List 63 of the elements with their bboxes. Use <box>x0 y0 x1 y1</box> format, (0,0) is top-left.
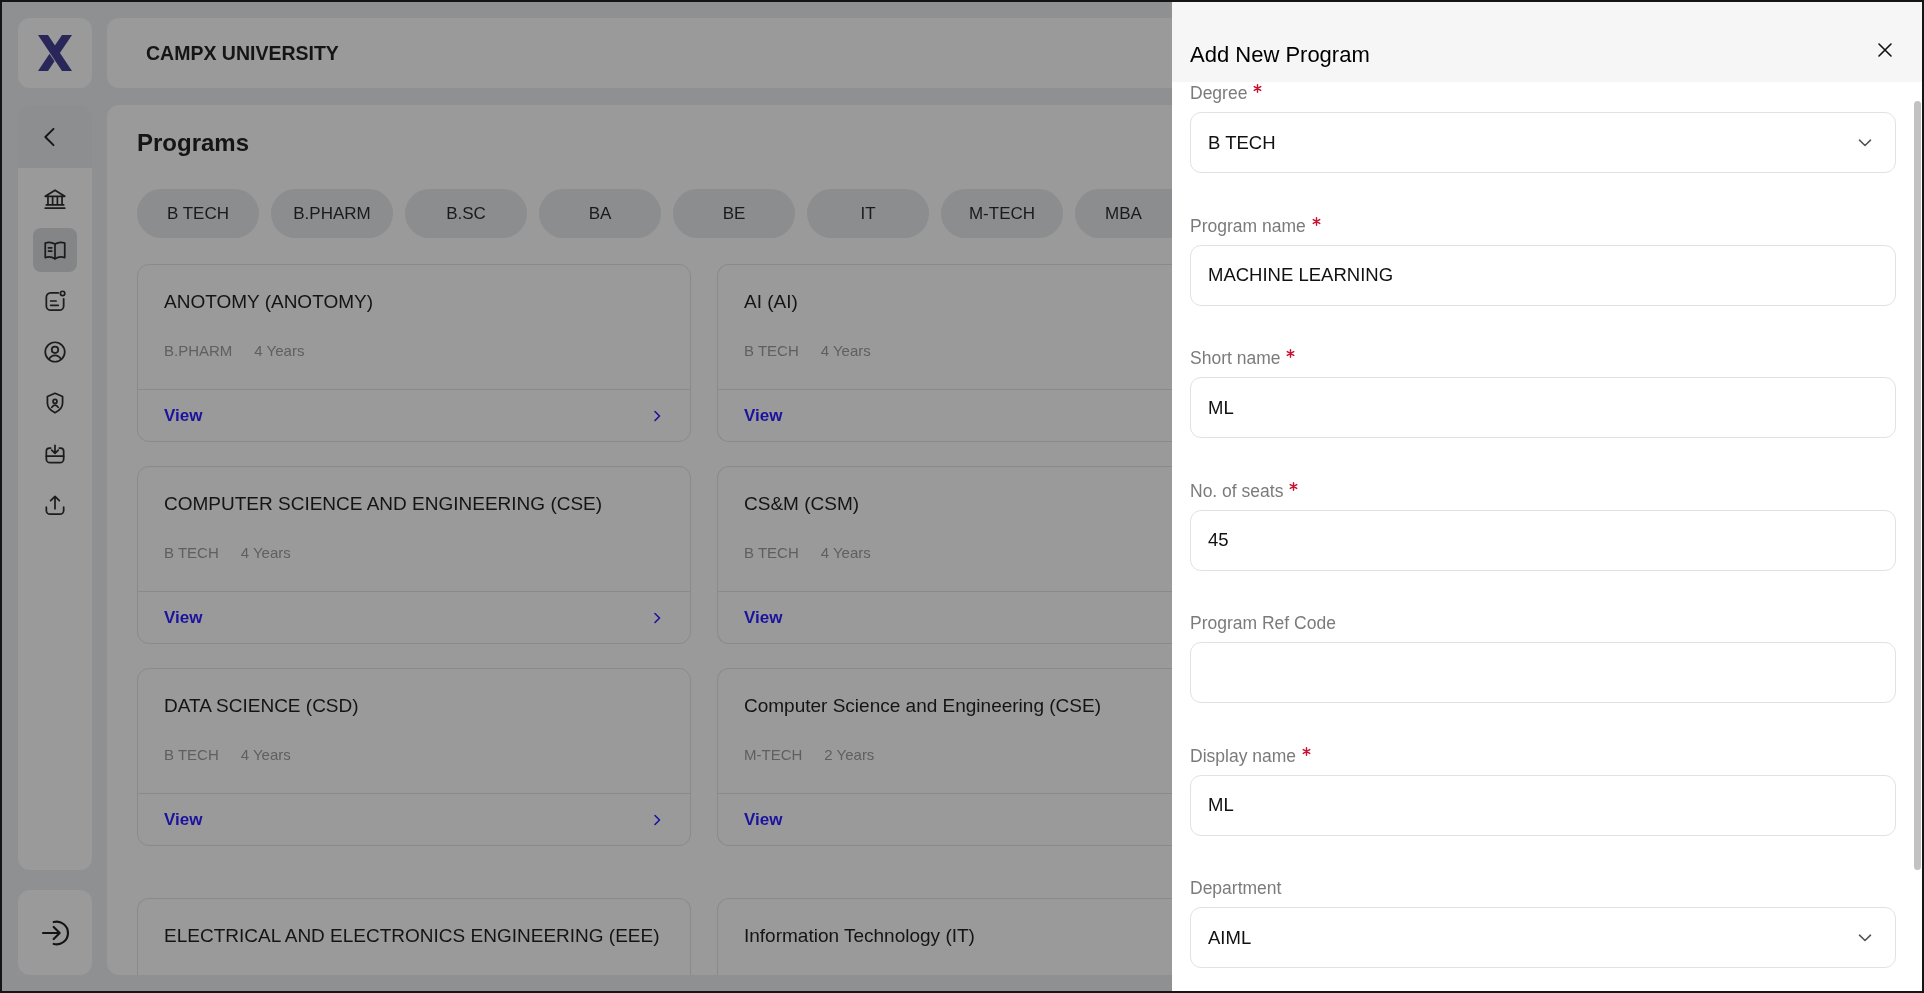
chevron-right-icon <box>652 610 662 625</box>
card-title: COMPUTER SCIENCE AND ENGINEERING (CSE) <box>164 493 603 515</box>
field-label: Program name <box>1190 215 1306 236</box>
text-field[interactable]: MACHINE LEARNING <box>1190 244 1896 306</box>
filter-chip[interactable]: IT <box>807 189 929 238</box>
card-title: ELECTRICAL AND ELECTRONICS ENGINEERING (EEE) <box>164 925 660 947</box>
degree-label: M-TECH <box>744 746 803 764</box>
filter-chip[interactable]: B.SC <box>405 189 527 238</box>
degree-label: B.PHARM <box>164 342 233 360</box>
page-title: Programs <box>137 129 250 157</box>
text-field[interactable]: ML <box>1190 774 1896 836</box>
degree-label: B TECH <box>164 746 219 764</box>
duration-label: 4 Years <box>240 746 291 764</box>
filter-chip[interactable]: B TECH <box>137 189 259 238</box>
degree-label: B TECH <box>744 342 799 360</box>
filter-chip[interactable]: MBA <box>1075 189 1172 238</box>
logo-icon <box>37 34 73 72</box>
card-title: Computer Science and Engineering (CSE) <box>744 695 1101 717</box>
university-name: CAMPX UNIVERSITY <box>146 41 339 65</box>
card-title: DATA SCIENCE (CSD) <box>164 695 359 717</box>
chevron-right-icon <box>652 408 662 423</box>
card-title: Information Technology (IT) <box>744 925 975 947</box>
field-label: Department <box>1190 878 1282 898</box>
field-label: Degree <box>1190 83 1248 103</box>
chevron-down-icon <box>1858 138 1872 147</box>
note-icon <box>42 288 68 314</box>
view-link[interactable]: View <box>164 405 203 426</box>
view-link[interactable]: View <box>744 607 783 628</box>
scrollbar-thumb[interactable] <box>1913 101 1921 870</box>
field-label: Program Ref Code <box>1190 613 1336 633</box>
card-title: AI (AI) <box>744 291 798 313</box>
duration-label: 4 Years <box>820 342 871 360</box>
filter-chip[interactable]: BA <box>539 189 661 238</box>
user-circle-icon <box>42 339 68 365</box>
select-field[interactable]: AIML <box>1190 907 1896 968</box>
view-link[interactable]: View <box>164 607 203 628</box>
duration-label: 4 Years <box>820 544 871 562</box>
filter-chip[interactable]: BE <box>673 189 795 238</box>
card-title: CS&M (CSM) <box>744 493 860 515</box>
filter-chip[interactable]: B.PHARM <box>271 189 393 238</box>
chevron-right-icon <box>652 812 662 827</box>
duration-label: 2 Years <box>824 746 875 764</box>
view-link[interactable]: View <box>744 405 783 426</box>
duration-label: 4 Years <box>240 544 291 562</box>
field-label: Display name <box>1190 745 1297 766</box>
field-label: No. of seats <box>1190 480 1284 501</box>
text-field[interactable]: 45 <box>1190 509 1896 571</box>
select-field[interactable]: B TECH <box>1190 112 1896 173</box>
degree-label: B TECH <box>164 544 219 562</box>
field-label: Short name <box>1190 348 1281 368</box>
filter-chip[interactable]: M-TECH <box>941 189 1063 238</box>
text-field[interactable]: ML <box>1190 377 1896 438</box>
duration-label: 4 Years <box>254 342 305 360</box>
close-icon <box>1877 42 1893 58</box>
degree-label: B TECH <box>744 544 799 562</box>
drawer-title: Add New Program <box>1190 42 1370 68</box>
chevron-down-icon <box>1858 933 1872 942</box>
card-title: ANOTOMY (ANOTOMY) <box>164 291 374 313</box>
logout-button[interactable] <box>18 890 92 975</box>
view-link[interactable]: View <box>164 809 203 830</box>
view-link[interactable]: View <box>744 809 783 830</box>
text-field[interactable] <box>1190 642 1896 703</box>
nav-button[interactable] <box>33 228 77 272</box>
